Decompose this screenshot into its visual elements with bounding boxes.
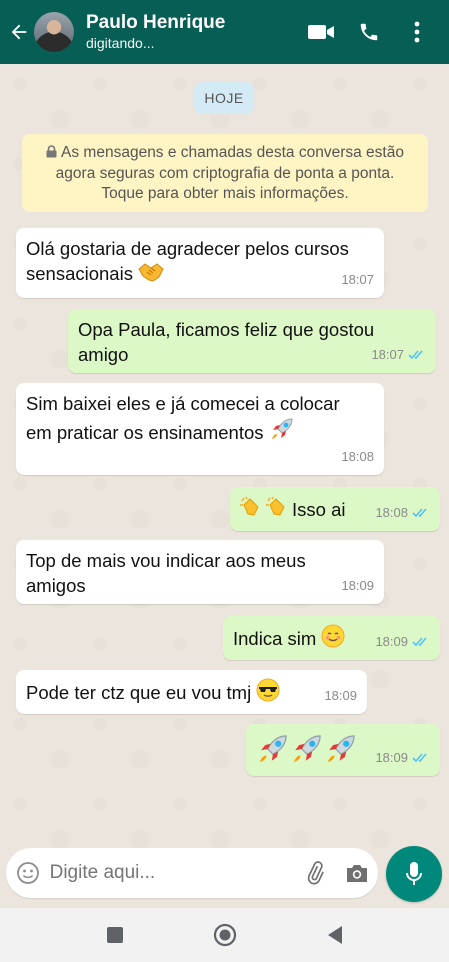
chat-header: Paulo Henrique digitando...: [0, 0, 449, 64]
rocket-emoji-icon: [293, 735, 321, 763]
microphone-icon: [406, 862, 422, 885]
home-button[interactable]: [205, 915, 245, 955]
sunglasses-face-emoji-icon: [256, 678, 280, 702]
message-time: 18:09: [324, 688, 357, 703]
rocket-emoji-icon: [259, 735, 287, 763]
message-input[interactable]: [49, 862, 295, 884]
lock-icon: [46, 144, 57, 164]
clapping-hands-emoji-icon: [266, 496, 285, 516]
camera-icon: [347, 865, 368, 882]
system-navigation-bar: [0, 908, 449, 962]
message-bubble-outgoing[interactable]: Indica sim 18:09: [223, 616, 440, 660]
camera-button[interactable]: [336, 848, 378, 898]
message-text: Isso ai: [292, 499, 346, 520]
attach-button[interactable]: [295, 848, 337, 898]
header-actions: [297, 8, 441, 56]
message-text: Pode ter ctz que eu vou tmj: [26, 682, 252, 703]
message-time: 18:09: [375, 750, 408, 765]
message-time: 18:08: [375, 505, 408, 520]
date-separator: HOJE: [194, 82, 254, 114]
video-camera-icon: [308, 25, 334, 39]
video-call-button[interactable]: [297, 8, 345, 56]
message-time: 18:09: [341, 578, 374, 593]
circle-icon: [213, 923, 236, 947]
message-bubble-incoming[interactable]: Top de mais vou indicar aos meus amigos …: [16, 540, 384, 604]
message-text: Olá gostaria de agradecer pelos cursos s…: [26, 238, 349, 284]
encryption-notice[interactable]: As mensagens e chamadas desta conversa e…: [22, 134, 428, 212]
encryption-notice-text: As mensagens e chamadas desta conversa e…: [55, 144, 404, 202]
message-time: 18:07: [341, 272, 374, 287]
rocket-emoji-icon: [327, 735, 355, 763]
back-nav-button[interactable]: [315, 915, 355, 955]
phone-icon: [360, 23, 378, 41]
rocket-emoji-icon: [271, 418, 293, 439]
contact-name: Paulo Henrique: [86, 12, 226, 33]
recents-button[interactable]: [95, 915, 135, 955]
message-text: Top de mais vou indicar aos meus amigos: [26, 550, 306, 596]
message-bubble-outgoing[interactable]: Opa Paula, ficamos feliz que gostou amig…: [68, 309, 436, 373]
emoji-button[interactable]: [6, 848, 50, 898]
double-check-read-icon: [412, 753, 427, 763]
message-bubble-outgoing[interactable]: 18:09: [246, 724, 440, 776]
back-button[interactable]: [4, 0, 34, 64]
voice-call-button[interactable]: [345, 8, 393, 56]
smiley-icon: [16, 862, 39, 884]
message-bubble-outgoing[interactable]: Isso ai 18:08: [230, 487, 440, 531]
message-bubble-incoming[interactable]: Pode ter ctz que eu vou tmj 18:09: [16, 670, 367, 714]
clapping-hands-emoji-icon: [240, 496, 259, 516]
double-check-read-icon: [408, 350, 423, 360]
double-check-read-icon: [412, 637, 427, 647]
contact-info[interactable]: Paulo Henrique digitando...: [86, 12, 297, 52]
message-composer: [6, 848, 378, 898]
paperclip-icon: [308, 861, 325, 885]
more-vertical-icon: [414, 21, 420, 43]
voice-message-button[interactable]: [386, 846, 442, 902]
message-time: 18:07: [371, 347, 404, 362]
more-options-button[interactable]: [393, 8, 441, 56]
square-icon: [106, 927, 123, 943]
message-bubble-incoming[interactable]: Sim baixei eles e já comecei a colocar e…: [16, 383, 384, 475]
arrow-left-icon: [11, 24, 27, 40]
double-check-read-icon: [412, 508, 427, 518]
contact-avatar[interactable]: [34, 12, 74, 52]
handshake-emoji-icon: [138, 263, 164, 282]
smiling-face-emoji-icon: [321, 624, 345, 648]
message-bubble-incoming[interactable]: Olá gostaria de agradecer pelos cursos s…: [16, 228, 384, 298]
message-time: 18:08: [341, 449, 374, 464]
message-time: 18:09: [375, 634, 408, 649]
triangle-back-icon: [327, 926, 342, 944]
message-text: Indica sim: [233, 628, 317, 649]
contact-status: digitando...: [86, 35, 155, 51]
